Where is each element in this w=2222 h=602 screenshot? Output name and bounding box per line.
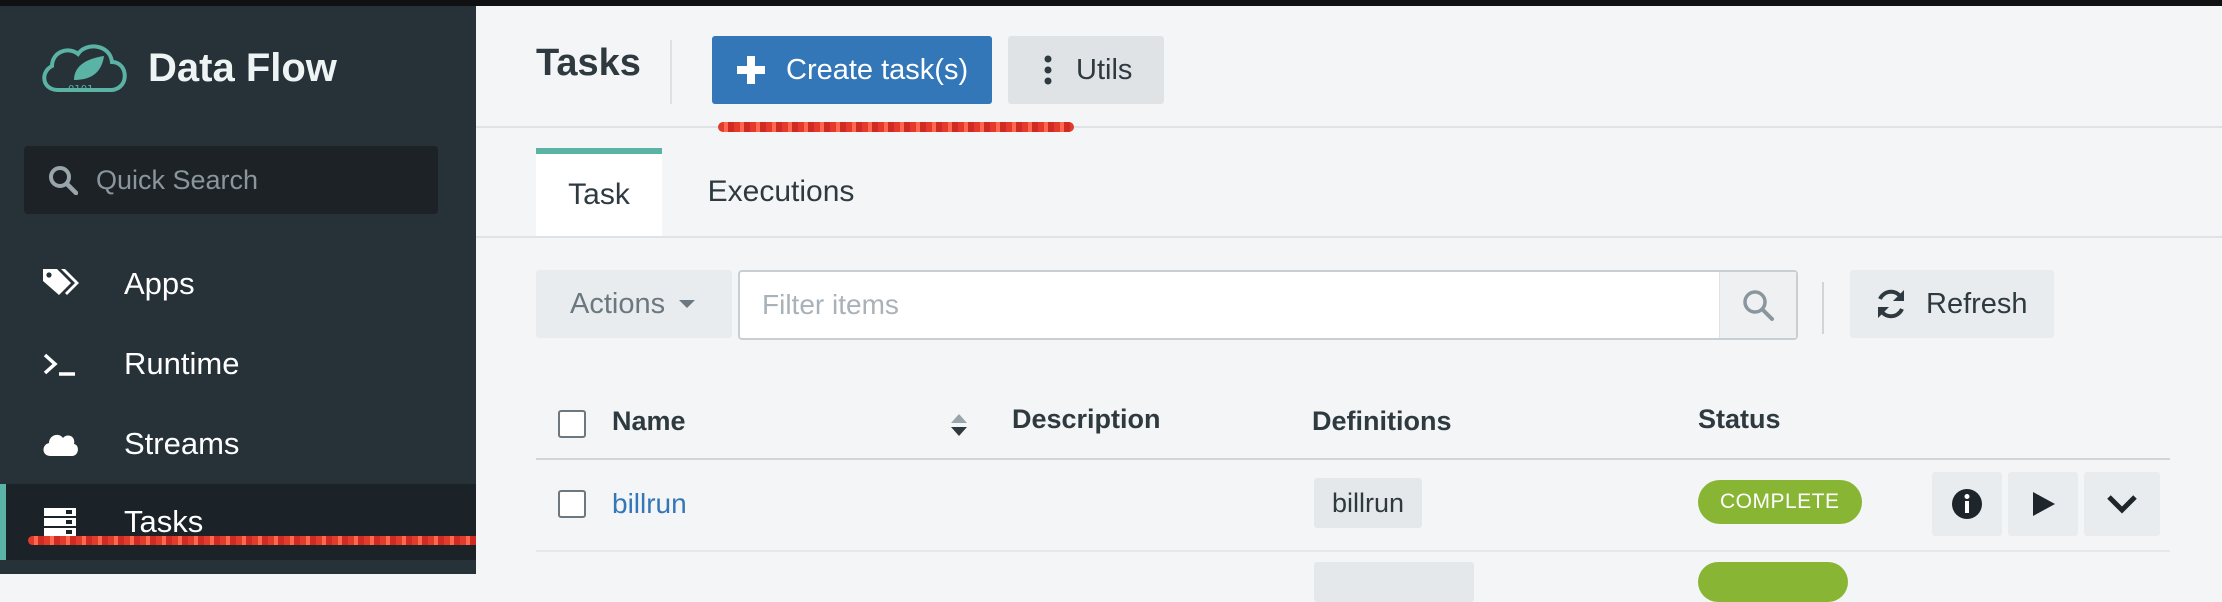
details-button[interactable] (1932, 472, 2002, 536)
vertical-dots-icon (1044, 55, 1052, 85)
play-icon (2033, 492, 2055, 516)
utils-button[interactable]: Utils (1008, 36, 1164, 104)
table-row: billrun billrun COMPLETE (536, 460, 2170, 552)
column-header-name[interactable]: Name (612, 406, 686, 437)
page-title: Tasks (536, 42, 641, 84)
terminal-icon (40, 344, 80, 384)
task-name-link[interactable]: billrun (612, 488, 687, 520)
row-actions-dropdown[interactable] (2084, 472, 2160, 536)
column-header-description: Description (1012, 404, 1161, 434)
select-all-checkbox[interactable] (558, 410, 586, 438)
page-header: Tasks Create task(s) Utils (476, 6, 2222, 132)
tab-divider (476, 236, 2222, 238)
toolbar-divider (1822, 282, 1824, 334)
refresh-button[interactable]: Refresh (1850, 270, 2054, 338)
create-task-label: Create task(s) (786, 53, 969, 86)
caret-down-icon (679, 300, 696, 308)
tab-label: Executions (707, 175, 855, 208)
sidebar-item-label: Tasks (124, 504, 204, 539)
table-row-partial (536, 554, 2170, 602)
create-task-button[interactable]: Create task(s) (712, 36, 992, 104)
sidebar-item-label: Apps (124, 266, 195, 301)
quick-search-placeholder: Quick Search (96, 164, 259, 195)
sidebar-item-label: Streams (124, 426, 240, 461)
status-badge: COMPLETE (1698, 480, 1862, 524)
header-divider (670, 40, 672, 104)
search-icon (1743, 290, 1774, 321)
tab-executions[interactable]: Executions (666, 148, 896, 236)
column-header-status: Status (1698, 404, 1781, 434)
tags-icon (40, 264, 80, 304)
filter-placeholder: Filter items (762, 289, 899, 320)
annotation-underline (718, 122, 1074, 132)
filter-input[interactable]: Filter items (738, 270, 1798, 340)
search-icon (49, 166, 78, 195)
svg-text:0101: 0101 (68, 84, 93, 95)
task-definition-tag: billrun (1314, 478, 1423, 528)
sort-icon[interactable] (950, 412, 968, 438)
brand-title: Data Flow (148, 45, 337, 90)
info-icon (1952, 489, 1982, 519)
annotation-underline (28, 536, 490, 545)
utils-label: Utils (1076, 53, 1133, 86)
sidebar-item-streams[interactable]: Streams (0, 406, 476, 482)
sidebar-item-label: Runtime (124, 346, 240, 381)
column-header-definitions: Definitions (1312, 406, 1452, 436)
row-checkbox[interactable] (558, 490, 586, 518)
definition-tag-partial (1314, 562, 1474, 602)
actions-label: Actions (570, 287, 666, 320)
quick-search[interactable]: Quick Search (24, 146, 438, 214)
sidebar-item-apps[interactable]: Apps (0, 246, 476, 322)
refresh-label: Refresh (1926, 287, 2028, 320)
refresh-icon (1878, 289, 1904, 319)
main-content: Tasks Create task(s) Utils Task Executio… (476, 6, 2222, 602)
cloud-icon (40, 424, 80, 464)
status-badge-partial (1698, 562, 1848, 602)
tab-task[interactable]: Task (536, 148, 662, 236)
filter-search-button[interactable] (1719, 272, 1796, 338)
launch-button[interactable] (2008, 472, 2078, 536)
sidebar-item-runtime[interactable]: Runtime (0, 326, 476, 402)
actions-dropdown[interactable]: Actions (536, 270, 732, 338)
brand[interactable]: 0101 Data Flow (38, 36, 337, 100)
tab-label: Task (568, 178, 630, 211)
sidebar: 0101 Data Flow Quick Search Apps Runtime (0, 6, 490, 574)
spring-cloud-logo-icon: 0101 (42, 44, 127, 95)
chevron-down-icon (2107, 495, 2137, 514)
sidebar-item-tasks[interactable]: Tasks (0, 484, 476, 560)
plus-icon (737, 56, 765, 84)
